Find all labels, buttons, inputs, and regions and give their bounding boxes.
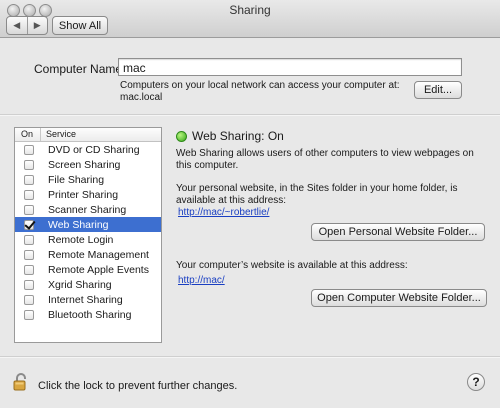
service-row[interactable]: Internet Sharing (15, 292, 161, 307)
open-computer-website-folder-button[interactable]: Open Computer Website Folder... (311, 289, 487, 307)
service-label: Screen Sharing (48, 158, 121, 171)
service-label: DVD or CD Sharing (48, 143, 140, 156)
service-label: Scanner Sharing (48, 203, 127, 216)
service-label: Web Sharing (48, 218, 109, 231)
service-status: Web Sharing: On (192, 129, 284, 143)
personal-website-link[interactable]: http://mac/~robertlie/ (178, 207, 269, 218)
column-header-on[interactable]: On (15, 128, 41, 141)
service-checkbox[interactable] (24, 279, 34, 290)
service-checkbox[interactable] (24, 219, 34, 230)
show-all-button[interactable]: Show All (52, 16, 108, 35)
open-personal-website-folder-button[interactable]: Open Personal Website Folder... (311, 223, 485, 241)
help-button[interactable]: ? (467, 373, 485, 391)
service-row[interactable]: File Sharing (15, 172, 161, 187)
service-checkbox[interactable] (24, 309, 34, 320)
column-header-service[interactable]: Service (41, 128, 76, 141)
service-checkbox[interactable] (24, 174, 34, 185)
service-checkbox[interactable] (24, 189, 34, 200)
service-label: Xgrid Sharing (48, 278, 112, 291)
window-title: Sharing (229, 3, 271, 17)
personal-website-text: Your personal website, in the Sites fold… (176, 183, 458, 206)
service-label: Remote Management (48, 248, 149, 261)
service-list: On Service DVD or CD Sharing Screen Shari… (14, 127, 162, 343)
service-label: Bluetooth Sharing (48, 308, 132, 321)
service-label: Remote Login (48, 233, 114, 246)
local-address: mac.local (120, 92, 163, 103)
service-checkbox[interactable] (24, 234, 34, 245)
service-row[interactable]: Remote Apple Events (15, 262, 161, 277)
service-list-header: On Service (15, 128, 161, 142)
service-checkbox[interactable] (24, 249, 34, 260)
edit-button[interactable]: Edit... (414, 81, 462, 99)
service-row[interactable]: Remote Login (15, 232, 161, 247)
nav-button-group: ◀ ▶ (6, 16, 48, 35)
lock-icon[interactable] (13, 373, 29, 391)
service-row[interactable]: Bluetooth Sharing (15, 307, 161, 322)
service-checkbox[interactable] (24, 294, 34, 305)
service-label: File Sharing (48, 173, 105, 186)
service-row[interactable]: Xgrid Sharing (15, 277, 161, 292)
service-row[interactable]: Remote Management (15, 247, 161, 262)
back-arrow-icon: ◀ (13, 20, 21, 30)
back-button[interactable]: ◀ (7, 17, 27, 34)
service-rows: DVD or CD Sharing Screen Sharing File Shar… (15, 142, 161, 322)
status-indicator-icon (176, 131, 187, 142)
footer-divider (0, 356, 500, 358)
service-label: Printer Sharing (48, 188, 119, 201)
forward-button[interactable]: ▶ (26, 17, 48, 34)
service-row[interactable]: Printer Sharing (15, 187, 161, 202)
computer-website-link[interactable]: http://mac/ (178, 275, 225, 286)
lock-message: Click the lock to prevent further change… (38, 380, 238, 392)
forward-arrow-icon: ▶ (33, 20, 41, 30)
service-checkbox[interactable] (24, 159, 34, 170)
computer-name-input[interactable]: mac (118, 58, 462, 76)
service-description: Web Sharing allows users of other comput… (176, 148, 474, 171)
service-checkbox[interactable] (24, 264, 34, 275)
service-row[interactable]: Screen Sharing (15, 157, 161, 172)
service-checkbox[interactable] (24, 144, 34, 155)
title-bar: Sharing ◀ ▶ Show All (0, 0, 500, 38)
service-label: Remote Apple Events (48, 263, 149, 276)
computer-website-text: Your computer’s website is available at … (176, 260, 408, 271)
service-checkbox[interactable] (24, 204, 34, 215)
computer-name-description: Computers on your local network can acce… (120, 80, 400, 104)
computer-name-label: Computer Name: (34, 62, 126, 76)
local-access-text: Computers on your local network can acce… (120, 80, 400, 91)
divider (0, 114, 500, 116)
service-label: Internet Sharing (48, 293, 123, 306)
service-row[interactable]: Scanner Sharing (15, 202, 161, 217)
service-row[interactable]: DVD or CD Sharing (15, 142, 161, 157)
service-row[interactable]: Web Sharing (15, 217, 161, 232)
